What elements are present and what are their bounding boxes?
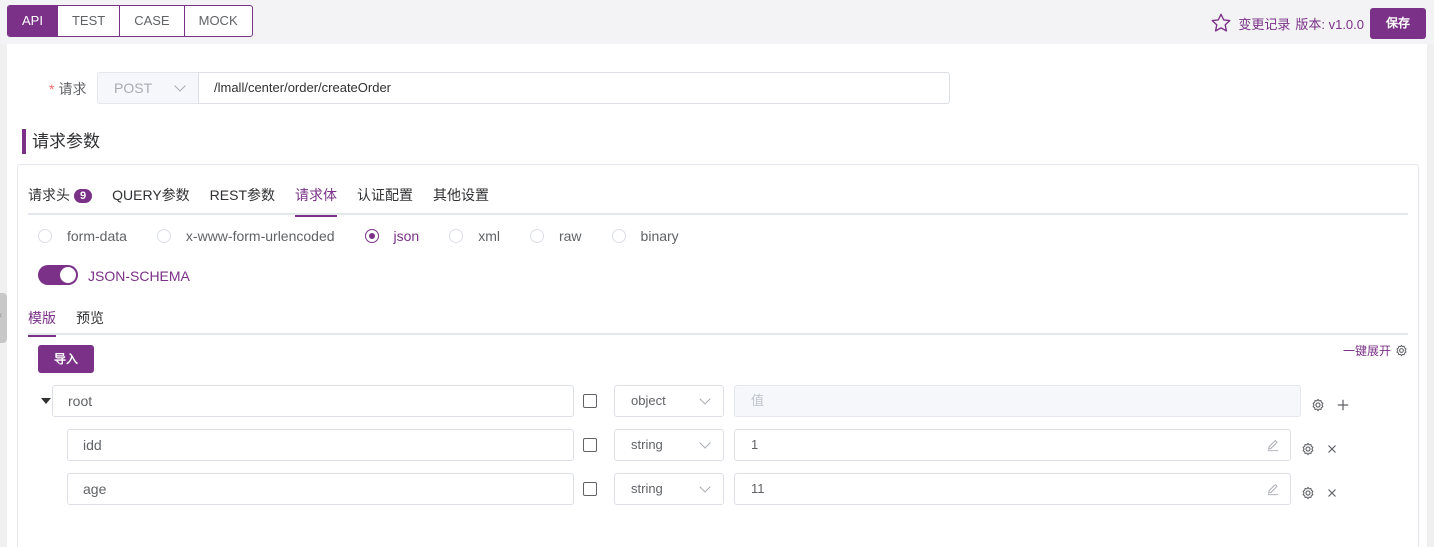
- request-label-text: 请求: [58, 81, 87, 97]
- radio-label: form-data: [67, 228, 127, 244]
- radio-label: binary: [640, 228, 679, 244]
- radio-label: json: [393, 228, 420, 244]
- field-name-input[interactable]: root: [52, 385, 574, 417]
- gear-icon[interactable]: [1311, 398, 1325, 412]
- url-input[interactable]: /lmall/center/order/createOrder: [198, 72, 950, 104]
- schema-tabs: 模版 预览: [28, 308, 1408, 337]
- expand-all-label: 一键展开: [1342, 344, 1391, 358]
- field-name-input[interactable]: age: [67, 473, 574, 505]
- required-mark: *: [49, 81, 55, 97]
- tab-rest[interactable]: REST参数: [210, 185, 275, 215]
- gear-icon[interactable]: [1395, 344, 1408, 357]
- save-button[interactable]: 保存: [1370, 7, 1426, 39]
- method-value: POST: [114, 80, 153, 96]
- tab-body[interactable]: 请求体: [295, 185, 338, 217]
- json-schema-label: JSON-SCHEMA: [88, 268, 190, 284]
- tab-auth[interactable]: 认证配置: [357, 185, 413, 215]
- tab-headers-label: 请求头: [28, 187, 70, 203]
- tab-query[interactable]: QUERY参数: [112, 185, 190, 215]
- headers-count-badge: 9: [74, 189, 93, 203]
- top-bar: API TEST CASE MOCK 变更记录 版本: v1.0.0 保存: [0, 0, 1434, 44]
- tab-other-settings[interactable]: 其他设置: [433, 185, 489, 215]
- request-label: * 请求: [49, 79, 86, 99]
- schema-row: idd string 1: [18, 429, 1418, 461]
- mode-tabs: API TEST CASE MOCK: [7, 5, 253, 37]
- version-label: 版本: v1.0.0: [1295, 16, 1364, 32]
- radio-label: raw: [558, 228, 582, 244]
- close-icon[interactable]: [1325, 442, 1339, 456]
- collapse-caret-icon[interactable]: [41, 398, 51, 404]
- tab-template[interactable]: 模版: [28, 308, 56, 337]
- plus-icon[interactable]: [1336, 398, 1350, 412]
- radio-label: x-www-form-urlencoded: [185, 228, 335, 244]
- radio-urlencoded[interactable]: x-www-form-urlencoded: [156, 228, 335, 244]
- radio-json[interactable]: json: [364, 228, 420, 244]
- required-checkbox[interactable]: [583, 482, 597, 496]
- tab-preview[interactable]: 预览: [76, 308, 104, 335]
- type-select[interactable]: string: [614, 473, 724, 505]
- radio-raw[interactable]: raw: [529, 228, 582, 244]
- chevron-down-icon: [699, 393, 711, 405]
- type-select[interactable]: string: [614, 429, 724, 461]
- radio-circle: [364, 229, 379, 243]
- type-value: string: [631, 437, 663, 452]
- radio-form-data[interactable]: form-data: [38, 228, 127, 244]
- radio-circle: [449, 229, 464, 243]
- radio-circle: [156, 229, 171, 243]
- param-tabs: 请求头 9 QUERY参数 REST参数 请求体 认证配置 其他设置: [28, 185, 1408, 217]
- body-type-radios: form-data x-www-form-urlencoded json xml…: [38, 228, 709, 244]
- radio-binary[interactable]: binary: [611, 228, 679, 244]
- star-icon[interactable]: [1210, 12, 1232, 34]
- value-text: 1: [751, 437, 759, 452]
- required-checkbox[interactable]: [583, 438, 597, 452]
- value-text: 11: [751, 481, 765, 496]
- field-name-input[interactable]: idd: [67, 429, 574, 461]
- top-actions: 变更记录 版本: v1.0.0 保存: [1210, 7, 1426, 39]
- required-checkbox[interactable]: [583, 394, 597, 408]
- gear-icon[interactable]: [1301, 486, 1315, 500]
- pencil-icon[interactable]: [1266, 482, 1280, 496]
- tab-test[interactable]: TEST: [56, 6, 119, 36]
- chevron-down-icon: [699, 437, 711, 449]
- tab-api[interactable]: API: [8, 6, 57, 36]
- value-input[interactable]: 值: [734, 385, 1301, 417]
- gear-icon[interactable]: [1301, 442, 1315, 456]
- pencil-icon[interactable]: [1266, 438, 1280, 452]
- radio-circle: [529, 229, 544, 243]
- main-panel: * 请求 POST /lmall/center/order/createOrder…: [7, 44, 1427, 547]
- value-input[interactable]: 1: [734, 429, 1291, 461]
- chevron-left-icon: ‹: [0, 310, 2, 321]
- radio-circle: [611, 229, 626, 243]
- changelog-link[interactable]: 变更记录: [1238, 14, 1290, 33]
- radio-xml[interactable]: xml: [449, 228, 500, 244]
- chevron-down-icon: [699, 481, 711, 493]
- import-button[interactable]: 导入: [38, 345, 94, 373]
- chevron-down-icon: [174, 80, 186, 92]
- tab-case[interactable]: CASE: [119, 6, 183, 36]
- side-collapse-handle[interactable]: ‹: [0, 293, 7, 343]
- radio-circle: [38, 229, 52, 243]
- close-icon[interactable]: [1325, 486, 1339, 500]
- type-select[interactable]: object: [614, 385, 724, 417]
- tab-mock[interactable]: MOCK: [183, 6, 252, 36]
- schema-row: age string 11: [18, 473, 1418, 505]
- json-schema-toggle[interactable]: [38, 265, 78, 285]
- method-select[interactable]: POST: [97, 72, 199, 104]
- tab-headers[interactable]: 请求头 9: [28, 185, 93, 215]
- section-title: 请求参数: [22, 129, 100, 154]
- value-input[interactable]: 11: [734, 473, 1291, 505]
- radio-label: xml: [478, 228, 500, 244]
- params-card: 请求头 9 QUERY参数 REST参数 请求体 认证配置 其他设置 form-d…: [17, 164, 1419, 547]
- type-value: string: [631, 481, 663, 496]
- schema-row-root: root object 值: [18, 385, 1418, 417]
- type-value: object: [631, 393, 666, 408]
- expand-all-link[interactable]: 一键展开: [1343, 342, 1408, 359]
